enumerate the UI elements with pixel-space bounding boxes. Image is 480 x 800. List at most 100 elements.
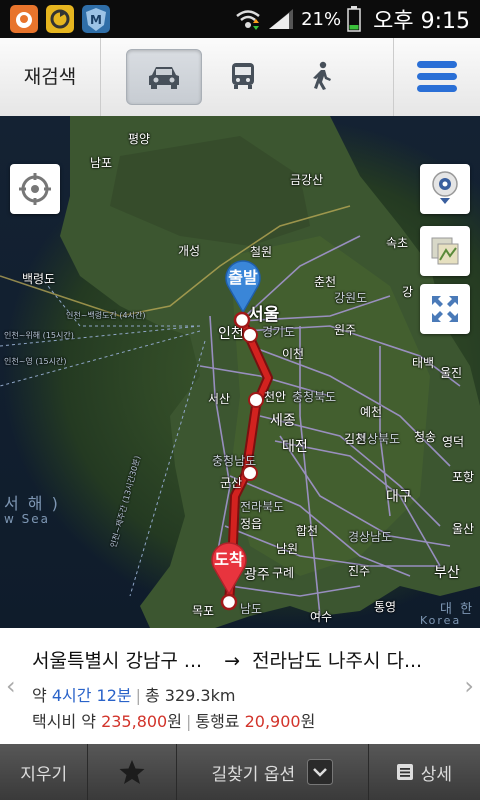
bottom-action-bar: 지우기 길찾기 옵션 상세 [0, 744, 480, 800]
city-label: 예천 [360, 405, 383, 419]
detail-label: 상세 [420, 764, 452, 785]
sea-label-west: 서 해 ) [4, 494, 60, 513]
province-label: 충청남도 [212, 454, 257, 468]
map-view[interactable]: 평양 남포 금강산 개성 철원 속초 백령도 춘천 강원도 강 서울 인천 경기… [0, 116, 480, 628]
sea-label-korea: Korea [420, 614, 462, 627]
camera-icon [432, 171, 458, 204]
route-costs: 택시비 약 235,800원 | 통행료 20,900원 [32, 708, 315, 732]
toll-unit: 원 [300, 712, 316, 731]
signal-icon [269, 9, 294, 29]
wifi-icon [236, 10, 260, 30]
chevron-down-icon [307, 759, 334, 785]
my-location-button[interactable] [10, 164, 60, 214]
svg-text:M: M [90, 13, 102, 27]
clock-ampm: 오후 [373, 9, 414, 34]
city-label: 진주 [348, 564, 371, 578]
city-label: 울산 [452, 522, 475, 536]
city-label: 청송 [414, 430, 437, 444]
start-point-icon [233, 311, 251, 329]
battery-icon [347, 6, 361, 32]
origin-text: 서울특별시 강남구 ... [32, 650, 203, 672]
route-summary-panel[interactable]: ‹ › 서울특별시 강남구 ... → 전라남도 나주시 다... 약 4시간 … [0, 628, 480, 744]
city-label: 목포 [192, 604, 215, 618]
start-pin-label: 출발 [228, 268, 258, 287]
ferry-route-label: 인천~백령도간 (4시간) [66, 311, 146, 320]
destination-text: 전라남도 나주시 다... [252, 650, 423, 672]
research-button[interactable]: 재검색 [0, 38, 101, 116]
route-origin-destination: 서울특별시 강남구 ... → 전라남도 나주시 다... [32, 646, 422, 673]
top-toolbar: 재검색 [0, 38, 480, 117]
city-label: 울진 [440, 366, 463, 380]
province-label: 전라북도 [240, 500, 285, 514]
car-mode-button[interactable] [126, 49, 202, 105]
route-time-distance: 약 4시간 12분 | 총 329.3km [32, 682, 235, 706]
city-label: 세종 [270, 413, 296, 429]
sync-icon [46, 5, 74, 33]
city-label: 금강산 [290, 173, 324, 187]
route-options-label: 길찾기 옵션 [211, 764, 296, 785]
city-label: 평양 [128, 132, 151, 146]
city-label: 정읍 [240, 517, 263, 531]
shield-icon: M [82, 5, 110, 33]
bus-icon [232, 63, 254, 89]
time-prefix: 약 [32, 686, 52, 705]
clock: 오후 9:15 [373, 3, 470, 35]
end-pin[interactable]: 도착 [206, 538, 252, 596]
city-label: 백령도 [22, 272, 56, 286]
city-label: 통영 [374, 600, 397, 614]
route-arrow: → [224, 650, 241, 672]
ferry-route-label: 인천~영 (15시간) [4, 357, 67, 366]
end-point-icon [220, 593, 238, 611]
total-distance: 총 329.3km [145, 686, 236, 705]
clear-label: 지우기 [20, 764, 68, 785]
city-label: 구례 [272, 566, 295, 580]
next-route-button[interactable]: › [464, 672, 474, 700]
favorite-button[interactable] [88, 744, 177, 800]
start-pin[interactable]: 출발 [220, 256, 266, 314]
city-label: 이천 [282, 347, 305, 361]
city-label: 대구 [386, 489, 412, 505]
route-options-button[interactable]: 길찾기 옵션 [177, 744, 369, 800]
taxi-unit: 원 [167, 712, 182, 731]
prev-route-button[interactable]: ‹ [6, 672, 16, 700]
taxi-fare: 235,800 [101, 712, 168, 731]
walk-icon [313, 61, 331, 90]
province-label: 경기도 [262, 325, 296, 339]
ferry-route-label: 인천~위해 (15시간) [4, 331, 74, 340]
car-icon [149, 67, 179, 89]
city-label: 남원 [276, 542, 299, 556]
status-bar: M 21% 오후 9:15 [0, 0, 480, 38]
clear-button[interactable]: 지우기 [0, 744, 89, 800]
list-icon [396, 764, 413, 780]
battery-percent: 21% [301, 8, 342, 30]
city-label: 대전 [282, 439, 308, 455]
transit-mode-button[interactable] [206, 49, 280, 103]
map-layer-button[interactable] [420, 226, 470, 276]
city-label: 부산 [434, 565, 460, 581]
fullscreen-icon [432, 296, 458, 322]
hamburger-icon [417, 61, 457, 92]
city-label: 개성 [178, 244, 201, 258]
city-label: 태백 [412, 356, 435, 370]
fullscreen-button[interactable] [420, 284, 470, 334]
city-label: 합천 [296, 524, 319, 538]
province-label: 강원도 [334, 291, 368, 305]
end-pin-label: 도착 [214, 550, 244, 569]
star-icon [119, 760, 145, 784]
menu-button[interactable] [393, 38, 480, 116]
city-label: 군산 [220, 476, 243, 490]
city-label: 속초 [386, 236, 409, 250]
divider: | [135, 686, 141, 705]
walk-mode-button[interactable] [284, 49, 358, 103]
city-label: 포항 [452, 470, 475, 484]
cctv-button[interactable] [420, 164, 470, 214]
province-label: 남도 [240, 602, 263, 616]
city-label: 남포 [90, 156, 113, 170]
city-label: 서산 [208, 392, 231, 406]
sea-label-west-en: w Sea [4, 512, 50, 526]
city-label: 여수 [310, 610, 333, 624]
province-label: 충청북도 [292, 390, 337, 404]
detail-button[interactable]: 상세 [369, 744, 480, 800]
city-label: 춘천 [314, 275, 337, 289]
city-label: 천안 [264, 390, 287, 404]
